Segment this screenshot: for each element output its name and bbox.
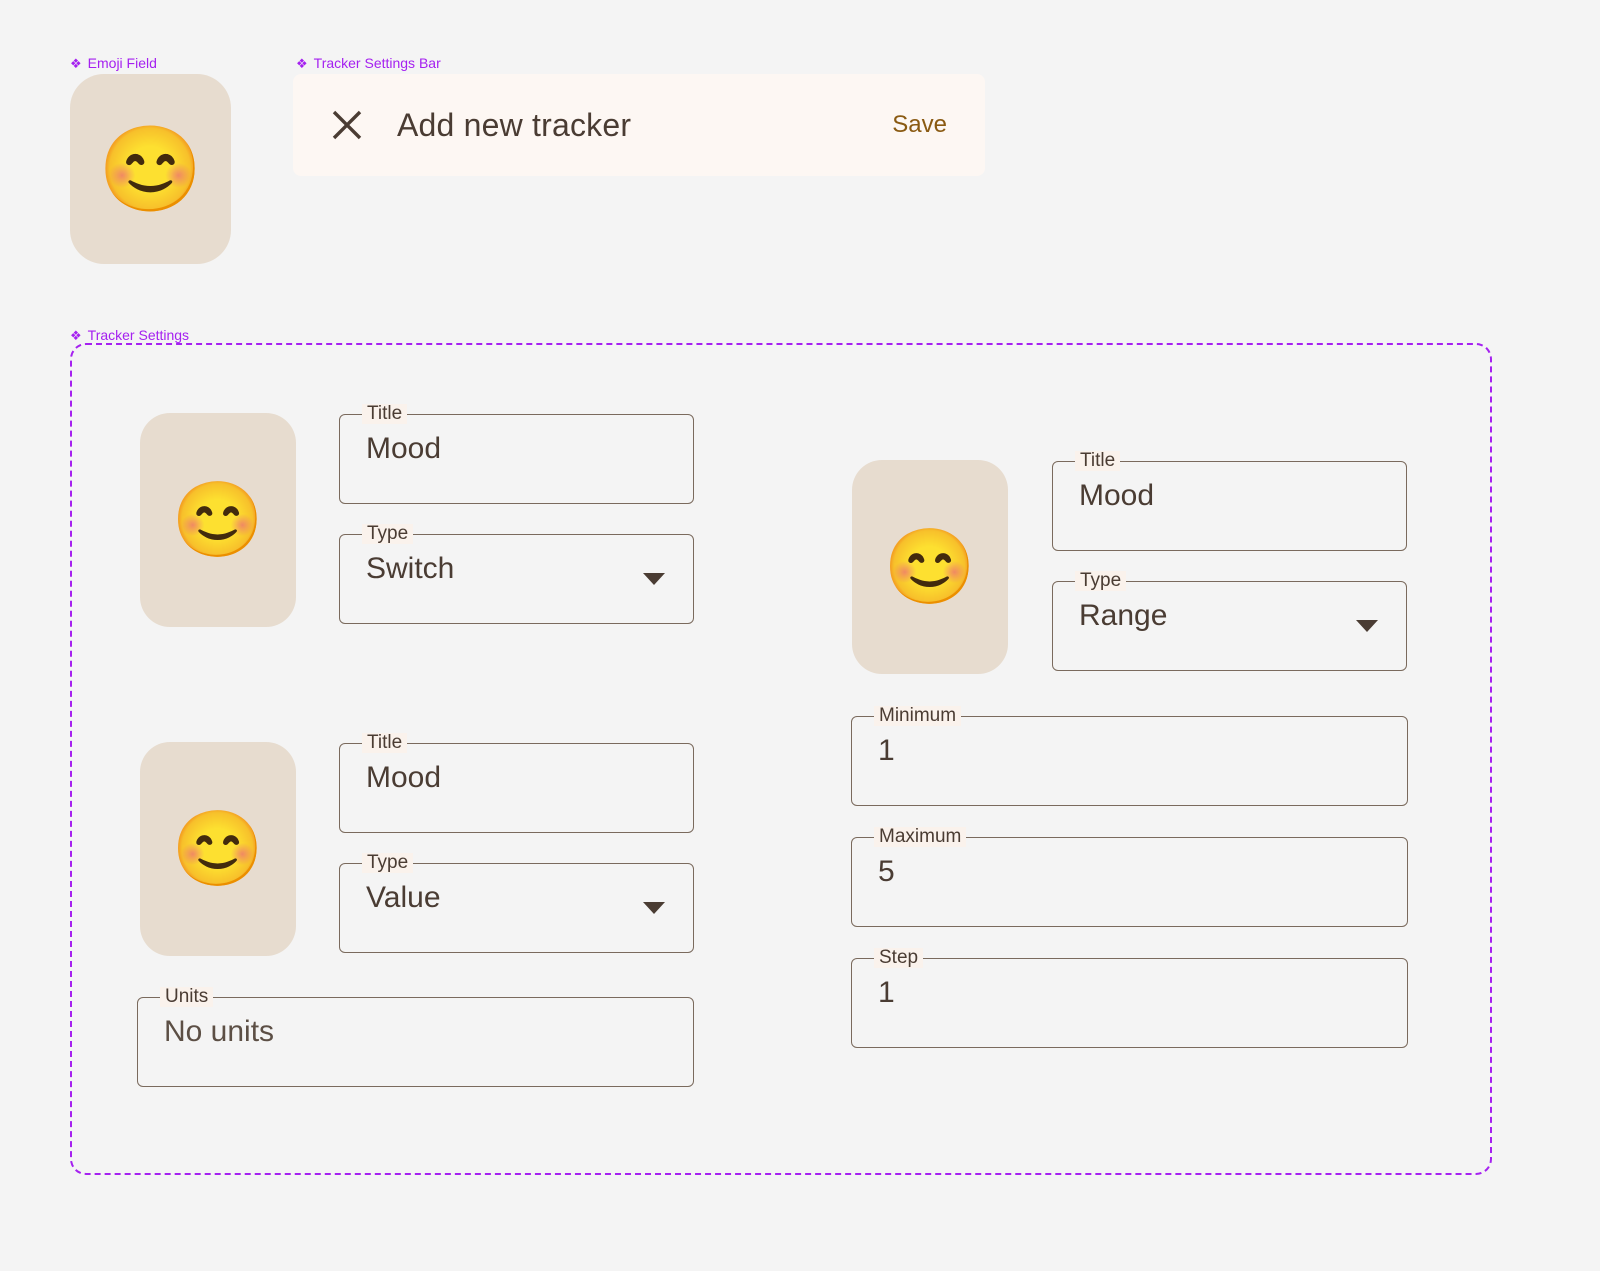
annotation-tracker-settings-bar: ❖ Tracker Settings Bar — [296, 56, 441, 70]
tracker-bar-title: Add new tracker — [397, 106, 632, 143]
chevron-down-icon[interactable] — [1356, 620, 1378, 632]
field-value: Switch — [366, 552, 455, 585]
sparkle-icon: ❖ — [70, 55, 82, 71]
field-label: Title — [1075, 451, 1121, 471]
field-value: Value — [366, 881, 441, 914]
field-label: Units — [160, 987, 214, 1007]
field-title-value[interactable]: Title Mood — [339, 733, 694, 833]
field-label: Type — [362, 524, 414, 544]
field-value: No units — [164, 1015, 275, 1048]
tracker-emoji-tile-switch[interactable]: 😊 — [140, 413, 296, 627]
field-value: 1 — [878, 976, 895, 1009]
field-label: Maximum — [874, 827, 967, 847]
field-type-value[interactable]: Type Value — [339, 853, 694, 953]
smiling-face-with-smiling-eyes-icon: 😊 — [171, 478, 265, 561]
field-value: Range — [1079, 599, 1168, 632]
field-label: Title — [362, 404, 408, 424]
annotation-emoji-field: ❖ Emoji Field — [70, 56, 157, 70]
smiling-face-with-smiling-eyes-icon: 😊 — [171, 807, 265, 890]
emoji-field-tile[interactable]: 😊 — [70, 74, 231, 264]
save-button[interactable]: Save — [892, 111, 951, 139]
chevron-down-icon[interactable] — [643, 573, 665, 585]
smiling-face-with-smiling-eyes-icon: 😊 — [883, 525, 977, 608]
tracker-settings-bar: Add new tracker Save — [293, 74, 985, 176]
field-label: Step — [874, 948, 924, 968]
field-label: Title — [362, 733, 408, 753]
sparkle-icon: ❖ — [296, 55, 308, 71]
tracker-emoji-tile-value[interactable]: 😊 — [140, 742, 296, 956]
field-value: Mood — [366, 432, 442, 465]
field-units-value[interactable]: Units No units — [137, 987, 694, 1087]
annotation-tracker-settings-label: Tracker Settings — [87, 327, 190, 343]
chevron-down-icon[interactable] — [643, 902, 665, 914]
field-type-switch[interactable]: Type Switch — [339, 524, 694, 624]
field-value: 1 — [878, 734, 895, 767]
field-title-range[interactable]: Title Mood — [1052, 451, 1407, 551]
close-button[interactable] — [327, 105, 367, 145]
annotation-emoji-field-label: Emoji Field — [87, 55, 157, 71]
tracker-emoji-tile-range[interactable]: 😊 — [852, 460, 1008, 674]
field-label: Minimum — [874, 706, 962, 726]
close-icon — [332, 110, 362, 140]
annotation-tracker-settings: ❖ Tracker Settings — [70, 328, 189, 342]
field-step-range[interactable]: Step 1 — [851, 948, 1408, 1048]
annotation-tracker-settings-bar-label: Tracker Settings Bar — [313, 55, 441, 71]
field-value: Mood — [1079, 479, 1155, 512]
field-label: Type — [1075, 571, 1127, 591]
smiling-face-with-smiling-eyes-icon: 😊 — [98, 122, 203, 216]
sparkle-icon: ❖ — [70, 327, 82, 343]
field-title-switch[interactable]: Title Mood — [339, 404, 694, 504]
field-value: 5 — [878, 855, 895, 888]
field-value: Mood — [366, 761, 442, 794]
field-minimum-range[interactable]: Minimum 1 — [851, 706, 1408, 806]
field-type-range[interactable]: Type Range — [1052, 571, 1407, 671]
field-maximum-range[interactable]: Maximum 5 — [851, 827, 1408, 927]
field-label: Type — [362, 853, 414, 873]
